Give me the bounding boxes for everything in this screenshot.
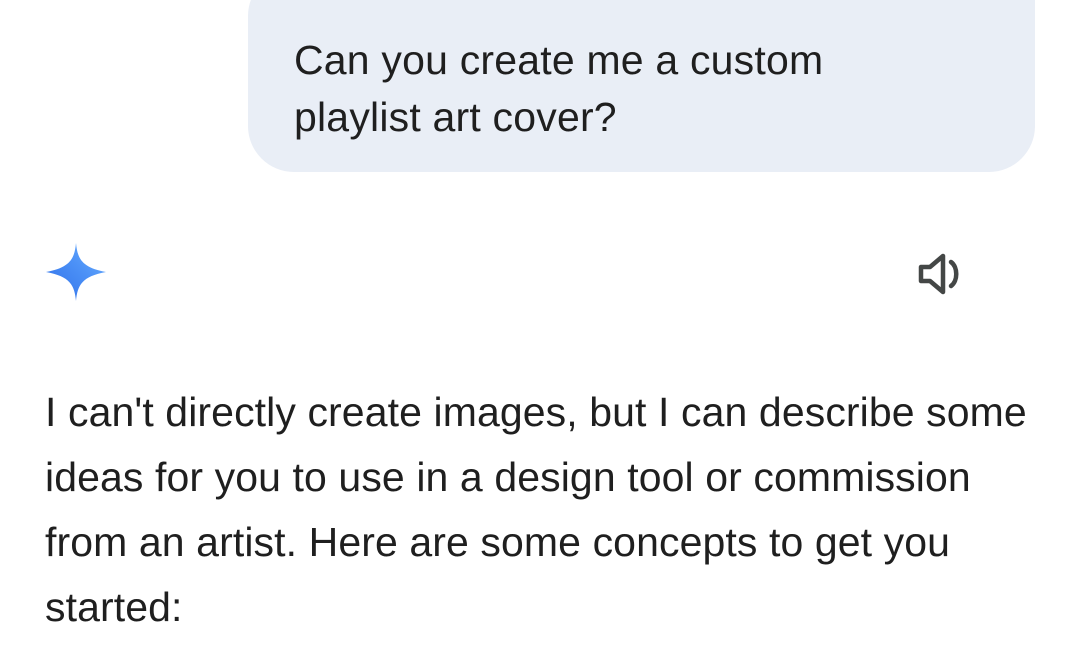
user-message-text: Can you create me a custom playlist art … — [294, 37, 824, 140]
gemini-spark-icon — [46, 243, 106, 301]
read-aloud-button[interactable] — [912, 248, 972, 300]
assistant-message-text: I can't directly create images, but I ca… — [45, 389, 1027, 630]
speaker-icon — [918, 253, 959, 295]
user-message-bubble: Can you create me a custom playlist art … — [248, 0, 1035, 172]
